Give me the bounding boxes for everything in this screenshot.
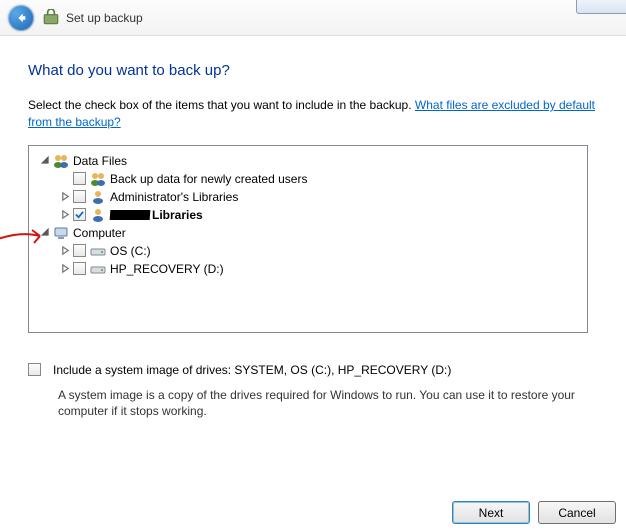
user-icon [90, 189, 106, 205]
computer-icon [53, 225, 69, 241]
expander-icon[interactable] [59, 191, 71, 203]
expander-icon[interactable] [59, 209, 71, 221]
tree-node-computer[interactable]: Computer [33, 224, 583, 242]
tree-label: HP_RECOVERY (D:) [110, 262, 224, 276]
tree-label: Libraries [152, 208, 203, 222]
tree-label: Back up data for newly created users [110, 172, 307, 186]
tree-node-admin-libraries[interactable]: Administrator's Libraries [33, 188, 583, 206]
system-image-row: Include a system image of drives: SYSTEM… [28, 363, 598, 381]
system-image-description: A system image is a copy of the drives r… [58, 387, 578, 421]
tree-label: OS (C:) [110, 244, 151, 258]
next-button[interactable]: Next [452, 501, 530, 524]
checkbox[interactable] [73, 190, 86, 203]
backup-tree: Data Files Back up data for newly create… [28, 145, 588, 333]
titlebar: Set up backup [0, 0, 626, 36]
window-title: Set up backup [66, 11, 143, 25]
cancel-button[interactable]: Cancel [538, 501, 616, 524]
wizard-content: What do you want to back up? Select the … [0, 36, 626, 420]
checkbox[interactable] [73, 244, 86, 257]
page-heading: What do you want to back up? [28, 62, 598, 79]
back-button[interactable] [8, 5, 34, 31]
tree-node-os-c[interactable]: OS (C:) [33, 242, 583, 260]
tree-node-user-libraries[interactable]: Libraries [33, 206, 583, 224]
users-icon [53, 153, 69, 169]
tree-node-new-users[interactable]: Back up data for newly created users [33, 170, 583, 188]
user-icon [90, 207, 106, 223]
system-image-checkbox[interactable] [28, 363, 41, 376]
backup-icon [42, 9, 60, 27]
checkbox[interactable] [73, 172, 86, 185]
tree-label: Computer [73, 226, 126, 240]
tree-node-hp-recovery[interactable]: HP_RECOVERY (D:) [33, 260, 583, 278]
drive-icon [90, 243, 106, 259]
arrow-left-icon [14, 11, 28, 25]
expander-icon[interactable] [39, 155, 51, 167]
instruction-prefix: Select the check box of the items that y… [28, 98, 415, 112]
drive-icon [90, 261, 106, 277]
expander-icon[interactable] [39, 227, 51, 239]
expander-icon[interactable] [59, 263, 71, 275]
users-icon [90, 171, 106, 187]
system-image-label: Include a system image of drives: SYSTEM… [53, 363, 451, 377]
expander-icon[interactable] [59, 245, 71, 257]
checkbox[interactable] [73, 208, 86, 221]
instruction-text: Select the check box of the items that y… [28, 97, 598, 131]
tree-node-data-files[interactable]: Data Files [33, 152, 583, 170]
tree-label: Data Files [73, 154, 127, 168]
checkbox[interactable] [73, 262, 86, 275]
window-chrome-corner [576, 0, 626, 14]
tree-label: Administrator's Libraries [110, 190, 238, 204]
redacted-username [110, 210, 151, 220]
button-bar: Next Cancel [452, 501, 616, 524]
